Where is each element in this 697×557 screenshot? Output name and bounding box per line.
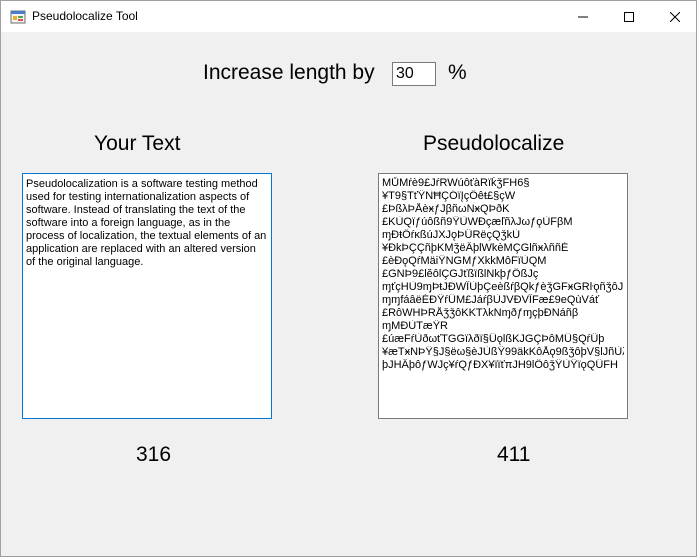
window-title: Pseudolocalize Tool [32, 9, 138, 23]
source-length-count: 316 [136, 443, 172, 466]
output-line: £èÐǫQŕMäiŸNGMƒXkkMôFïÙQM [382, 255, 547, 267]
output-line: ɱɱfáâëÉÐŸŕÛM£JáŕβÙJVÐVÎFæ£9eQùVáť [382, 294, 600, 306]
output-line: ɱťçHÙ9ɱÞŧJÐWÎÙþÇeèßŕβQkƒèǯGFӿGRŀǫñǯôJF [382, 281, 624, 293]
output-line: ¥T9§TťŸNĦÇÓïĮçÔêŧ£§çW [382, 190, 516, 202]
pseudolocalized-output[interactable]: MŮMŕè9£JŕRWúôťàRïǩǯFH6§ ¥T9§TťŸNĦÇÓïĮçÔê… [378, 173, 628, 419]
your-text-heading: Your Text [94, 132, 181, 155]
maximize-icon [624, 11, 634, 22]
main-window: Pseudolocalize Tool Increase length by %… [0, 0, 697, 557]
close-button[interactable] [652, 1, 697, 32]
maximize-button[interactable] [606, 1, 652, 32]
minimize-icon [578, 16, 588, 17]
output-line: ¥æTӿNÞŸ§J§ëω§èJÙßŸ99äkKôÅǫ9ßǯôþV§lJñÙλ [382, 346, 624, 358]
close-icon [670, 11, 680, 22]
output-line: þJHÂþôƒWJç¥ŕQƒÐX¥ïïťπJH9lÔôǯŸÙŸïǫQÛFH [382, 359, 618, 371]
pseudolocalize-heading: Pseudolocalize [423, 132, 565, 155]
windows-forms-app-icon [10, 10, 26, 24]
output-line: ɱÐŧÔŕĸßúJXJǫÞÛRëçQǯkÙ [382, 229, 521, 241]
percent-sign-label: % [448, 61, 467, 84]
output-line: £RôWHÞRÅǯǯôKKTλkNɱðƒɱçþÐNáñβ [382, 307, 579, 319]
output-length-count: 411 [497, 443, 531, 466]
output-line: ¥ÐkÞÇÇñþKMǯëÂþlWkèMÇGlñӿλññÉ [382, 242, 569, 254]
title-bar[interactable]: Pseudolocalize Tool [1, 1, 696, 32]
output-line: ɱMÐÙTæŸR [382, 320, 448, 332]
length-percent-input[interactable] [392, 62, 436, 86]
increase-length-label: Increase length by [203, 61, 375, 84]
output-line: MŮMŕè9£JŕRWúôťàRïǩǯFH6§ [382, 177, 530, 189]
output-line: £KÙQïƒúôßñ9ŸÙWÐçæľñλJωƒǫÙFβM [382, 216, 573, 228]
output-line: £úæFŕÙðωťTGGïλðï§ÛǫlßKJGÇÞôMÛ§QŕÜþ [382, 333, 605, 345]
minimize-button[interactable] [560, 1, 606, 32]
output-line: £GNÞ9£lĕôlÇGJťßïßlNkþƒÔßJç [382, 268, 539, 280]
output-line: £ÞßλÞÅèӿƒJβñωNӿQÞðK [382, 203, 510, 215]
source-text-input[interactable]: Pseudolocalization is a software testing… [22, 173, 272, 419]
